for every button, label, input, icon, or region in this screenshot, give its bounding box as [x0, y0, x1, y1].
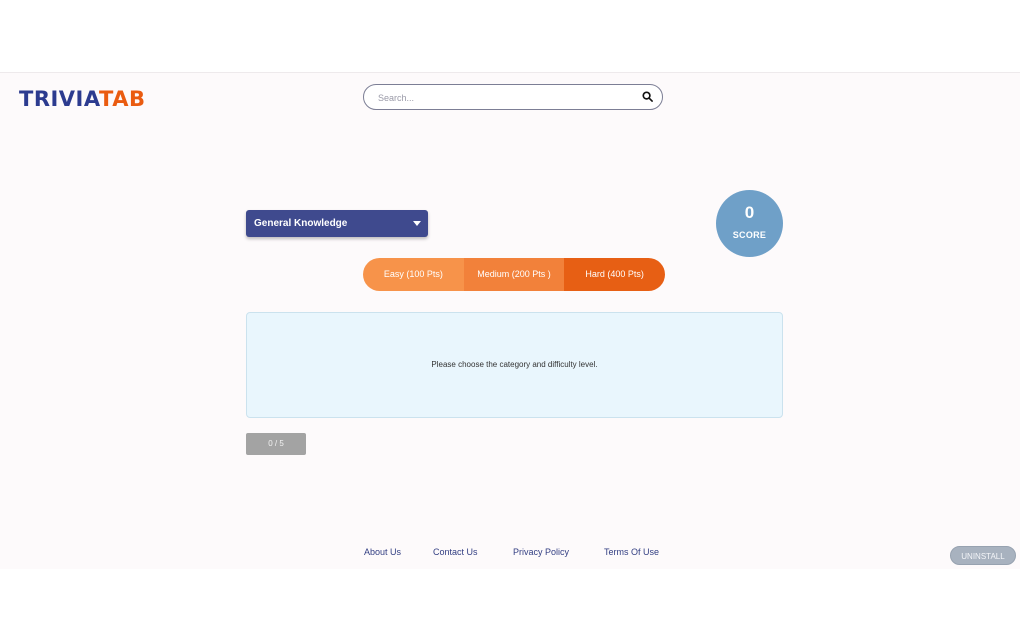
question-panel: Please choose the category and difficult…	[246, 312, 783, 418]
logo-text-accent: TAB	[99, 87, 146, 111]
instruction-message: Please choose the category and difficult…	[431, 360, 598, 369]
uninstall-button[interactable]: UNINSTALL	[950, 546, 1016, 565]
category-selected-label: General Knowledge	[254, 218, 348, 229]
page-container: TRIVIATAB General Knowledge 0 SCORE Easy…	[0, 72, 1020, 569]
score-label: SCORE	[732, 230, 767, 240]
footer-link-contact-us[interactable]: Contact Us	[433, 547, 478, 557]
medium-difficulty-button[interactable]: Medium (200 Pts )	[463, 258, 565, 291]
score-badge: 0 SCORE	[716, 190, 783, 257]
search-input[interactable]	[376, 89, 630, 107]
footer-link-privacy-policy[interactable]: Privacy Policy	[513, 547, 569, 557]
caret-down-icon	[413, 221, 421, 226]
difficulty-selector: Easy (100 Pts) Medium (200 Pts ) Hard (4…	[363, 258, 665, 291]
footer-link-terms-of-use[interactable]: Terms Of Use	[604, 547, 659, 557]
logo-text-primary: TRIVIA	[19, 87, 99, 111]
easy-difficulty-button[interactable]: Easy (100 Pts)	[363, 258, 464, 291]
category-select[interactable]: General Knowledge	[246, 210, 428, 237]
score-value: 0	[744, 203, 755, 222]
triviatab-logo[interactable]: TRIVIATAB	[19, 87, 145, 111]
search-icon[interactable]	[642, 91, 653, 102]
search-box	[363, 84, 663, 110]
question-progress-badge: 0 / 5	[246, 433, 306, 455]
footer-link-about-us[interactable]: About Us	[364, 547, 401, 557]
hard-difficulty-button[interactable]: Hard (400 Pts)	[564, 258, 665, 291]
